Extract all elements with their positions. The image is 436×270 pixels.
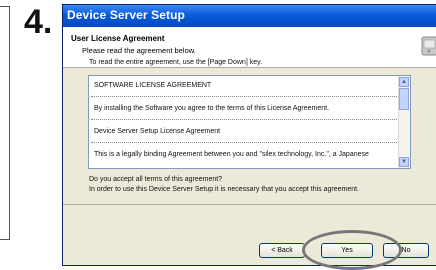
license-divider [91,96,397,97]
accept-explanation: In order to use this Device Server Setup… [89,186,360,193]
step-number: 4. [24,3,53,41]
scroll-down-button[interactable]: ▼ [399,157,409,167]
license-divider [91,142,397,143]
previous-panel-edge [0,6,10,240]
window-title: Device Server Setup [67,8,185,22]
license-scrollbar[interactable]: ▲ ▼ [398,76,410,168]
header-title: User License Agreement [71,34,165,43]
intro-text: To read the entire agreement, use the [P… [89,59,263,66]
scroll-up-button[interactable]: ▲ [399,77,409,87]
license-line: By installing the Software you agree to … [94,105,330,112]
scroll-thumb[interactable] [399,88,409,110]
license-line: Device Server Setup License Agreement [94,128,221,135]
footer-divider [63,204,436,205]
license-line: This is a legally binding Agreement betw… [94,151,369,158]
license-textbox[interactable]: SOFTWARE LICENSE AGREEMENT By installing… [88,75,411,169]
back-button[interactable]: < Back [259,243,305,258]
license-line: SOFTWARE LICENSE AGREEMENT [94,82,212,89]
setup-window: Device Server Setup User License Agreeme… [62,4,436,266]
license-divider [91,119,397,120]
setup-computer-icon [421,36,436,56]
accept-question: Do you accept all terms of this agreemen… [89,176,223,183]
yes-button-highlight-circle [302,230,402,270]
window-titlebar[interactable]: Device Server Setup [63,5,436,27]
header-subtitle: Please read the agreement below. [82,46,196,55]
